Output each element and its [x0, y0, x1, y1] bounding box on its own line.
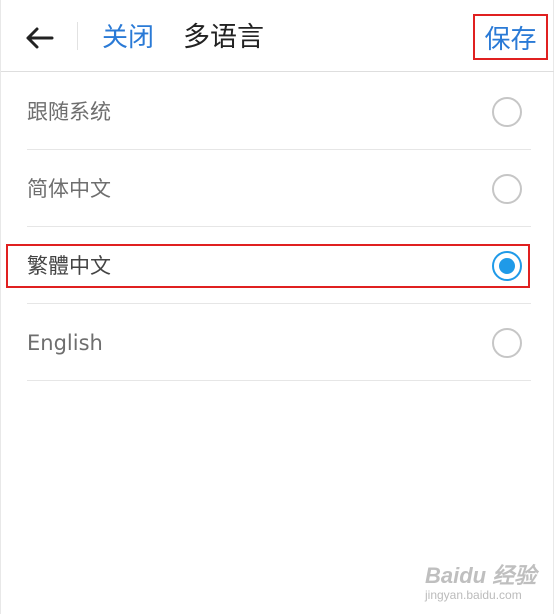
- language-option-english[interactable]: English: [27, 305, 531, 381]
- language-option-label: English: [27, 331, 103, 355]
- watermark-brand: Baidu 经验: [425, 563, 537, 588]
- radio-button[interactable]: [492, 97, 522, 127]
- close-button[interactable]: 关闭: [102, 20, 154, 56]
- language-option-label: 繁體中文: [27, 254, 111, 278]
- language-settings-screen: 关闭 多语言 保存 跟随系统 简体中文 繁體中文 English Baidu 经…: [0, 0, 554, 614]
- header-divider: [77, 22, 78, 50]
- language-option-traditional-chinese[interactable]: 繁體中文: [27, 228, 531, 304]
- language-option-follow-system[interactable]: 跟随系统: [27, 74, 531, 150]
- language-option-simplified-chinese[interactable]: 简体中文: [27, 151, 531, 227]
- arrow-left-icon: [26, 27, 54, 49]
- baidu-jingyan-watermark: Baidu 经验 jingyan.baidu.com: [425, 558, 551, 610]
- language-option-label: 简体中文: [27, 177, 111, 201]
- page-title: 多语言: [183, 22, 264, 53]
- watermark-url: jingyan.baidu.com: [425, 588, 522, 602]
- radio-button[interactable]: [492, 174, 522, 204]
- language-option-label: 跟随系统: [27, 100, 111, 124]
- save-button[interactable]: 保存: [473, 14, 548, 60]
- back-button[interactable]: [19, 18, 59, 58]
- top-bar: 关闭 多语言 保存: [1, 0, 554, 72]
- radio-button-checked[interactable]: [492, 251, 522, 281]
- radio-button[interactable]: [492, 328, 522, 358]
- radio-dot-icon: [499, 258, 515, 274]
